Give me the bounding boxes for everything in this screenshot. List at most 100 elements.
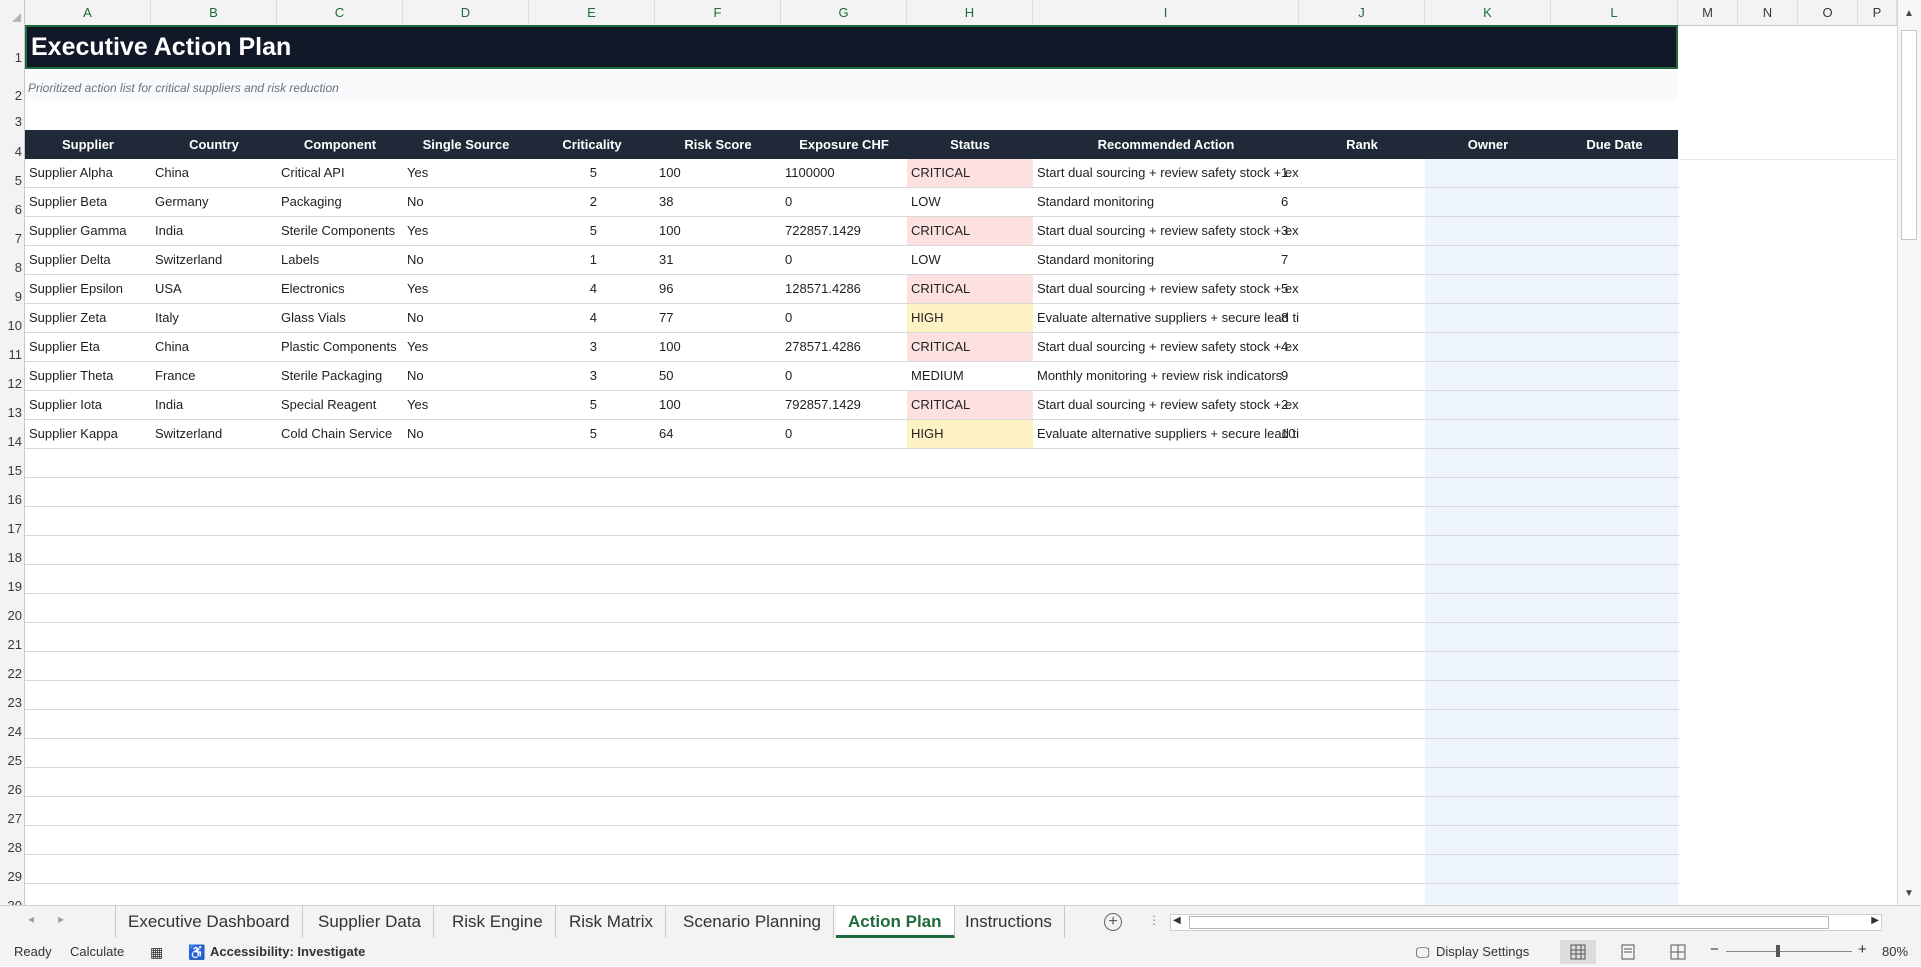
previous-sheet-icon[interactable]: ◂ xyxy=(28,912,34,926)
tab-risk-engine[interactable]: Risk Engine xyxy=(440,906,556,938)
zoom-slider[interactable] xyxy=(1726,945,1852,957)
cell-criticality[interactable]: 3 xyxy=(529,333,601,361)
cell-country[interactable]: China xyxy=(151,333,277,361)
cell-risk-score[interactable]: 96 xyxy=(655,275,781,303)
cell-criticality[interactable]: 4 xyxy=(529,304,601,332)
scroll-down-arrow-icon[interactable]: ▼ xyxy=(1898,886,1920,902)
row-header[interactable]: 27 xyxy=(0,802,24,831)
cell-risk-score[interactable]: 38 xyxy=(655,188,781,216)
zoom-in-icon[interactable]: + xyxy=(1858,941,1867,958)
cell-rank[interactable]: 5 xyxy=(1279,275,1309,303)
cell-recommended-action[interactable]: Start dual sourcing + review safety stoc… xyxy=(1033,333,1299,361)
row-header[interactable]: 24 xyxy=(0,715,24,744)
cell-recommended-action[interactable]: Start dual sourcing + review safety stoc… xyxy=(1033,217,1299,245)
column-header-h[interactable]: H xyxy=(907,0,1033,25)
cell-exposure[interactable]: 722857.1429 xyxy=(781,217,907,245)
cell-component[interactable]: Critical API xyxy=(277,159,403,187)
cell-recommended-action[interactable]: Start dual sourcing + review safety stoc… xyxy=(1033,159,1299,187)
cell-component[interactable]: Labels xyxy=(277,246,403,274)
tab-risk-matrix[interactable]: Risk Matrix xyxy=(557,906,667,938)
cell-status[interactable]: CRITICAL xyxy=(907,333,1033,361)
tab-instructions[interactable]: Instructions xyxy=(953,906,1065,938)
title-banner[interactable]: Executive Action Plan xyxy=(25,25,1678,69)
accessibility-status[interactable]: Accessibility: Investigate xyxy=(210,944,365,959)
page-break-view-button[interactable] xyxy=(1660,940,1696,964)
display-settings-button[interactable]: Display Settings xyxy=(1436,944,1529,959)
header-exposure-chf[interactable]: Exposure CHF xyxy=(781,130,907,159)
more-options-icon[interactable]: ⋮ xyxy=(1148,913,1160,927)
header-status[interactable]: Status xyxy=(907,130,1033,159)
column-header-p[interactable]: P xyxy=(1858,0,1897,25)
column-header-o[interactable]: O xyxy=(1798,0,1858,25)
cell-risk-score[interactable]: 100 xyxy=(655,391,781,419)
scroll-right-arrow-icon[interactable]: ▶ xyxy=(1871,915,1879,926)
cell-country[interactable]: India xyxy=(151,217,277,245)
header-component[interactable]: Component xyxy=(277,130,403,159)
add-sheet-icon[interactable]: + xyxy=(1104,913,1122,931)
cell-single-source[interactable]: No xyxy=(403,188,529,216)
header-criticality[interactable]: Criticality xyxy=(529,130,655,159)
row-header[interactable]: 23 xyxy=(0,686,24,715)
cell-status[interactable]: CRITICAL xyxy=(907,159,1033,187)
cell-status[interactable]: LOW xyxy=(907,246,1033,274)
select-all-button[interactable] xyxy=(0,0,25,25)
column-header-j[interactable]: J xyxy=(1299,0,1425,25)
cell-criticality[interactable]: 4 xyxy=(529,275,601,303)
cell-status[interactable]: CRITICAL xyxy=(907,391,1033,419)
column-header-d[interactable]: D xyxy=(403,0,529,25)
cell-criticality[interactable]: 5 xyxy=(529,420,601,448)
column-header-g[interactable]: G xyxy=(781,0,907,25)
cell-recommended-action[interactable]: Start dual sourcing + review safety stoc… xyxy=(1033,275,1299,303)
row-header[interactable]: 2 xyxy=(0,81,24,107)
cell-supplier[interactable]: Supplier Alpha xyxy=(25,159,151,187)
cell-exposure[interactable]: 0 xyxy=(781,304,907,332)
cell-criticality[interactable]: 2 xyxy=(529,188,601,216)
header-recommended-action[interactable]: Recommended Action xyxy=(1033,130,1299,159)
cell-recommended-action[interactable]: Evaluate alternative suppliers + secure … xyxy=(1033,420,1299,448)
cell-exposure[interactable]: 0 xyxy=(781,188,907,216)
cell-risk-score[interactable]: 100 xyxy=(655,217,781,245)
row-header[interactable]: 14 xyxy=(0,425,24,454)
row-header[interactable]: 21 xyxy=(0,628,24,657)
cell-recommended-action[interactable]: Standard monitoring xyxy=(1033,246,1299,274)
cell-component[interactable]: Special Reagent xyxy=(277,391,403,419)
cell-country[interactable]: Germany xyxy=(151,188,277,216)
cell-exposure[interactable]: 128571.4286 xyxy=(781,275,907,303)
row-header[interactable]: 4 xyxy=(0,135,24,164)
cell-status[interactable]: CRITICAL xyxy=(907,217,1033,245)
scroll-left-arrow-icon[interactable]: ◀ xyxy=(1173,915,1181,926)
cell-supplier[interactable]: Supplier Zeta xyxy=(25,304,151,332)
cell-status[interactable]: LOW xyxy=(907,188,1033,216)
tab-scenario-planning[interactable]: Scenario Planning xyxy=(671,906,834,938)
row-header[interactable]: 30 xyxy=(0,889,24,905)
cell-exposure[interactable]: 278571.4286 xyxy=(781,333,907,361)
cell-single-source[interactable]: Yes xyxy=(403,275,529,303)
cell-single-source[interactable]: Yes xyxy=(403,391,529,419)
cell-single-source[interactable]: Yes xyxy=(403,217,529,245)
zoom-slider-thumb[interactable] xyxy=(1776,945,1780,957)
cell-risk-score[interactable]: 77 xyxy=(655,304,781,332)
cell-component[interactable]: Sterile Packaging xyxy=(277,362,403,390)
row-header[interactable]: 13 xyxy=(0,396,24,425)
row-header[interactable]: 26 xyxy=(0,773,24,802)
zoom-out-icon[interactable]: − xyxy=(1710,941,1719,958)
cell-single-source[interactable]: No xyxy=(403,362,529,390)
cell-single-source[interactable]: Yes xyxy=(403,159,529,187)
cell-rank[interactable]: 1 xyxy=(1279,159,1309,187)
cell-risk-score[interactable]: 100 xyxy=(655,159,781,187)
row-header[interactable]: 18 xyxy=(0,541,24,570)
macro-sheet-icon[interactable]: ▦ xyxy=(150,944,163,961)
cell-risk-score[interactable]: 31 xyxy=(655,246,781,274)
tab-supplier-data[interactable]: Supplier Data xyxy=(306,906,435,938)
cell-country[interactable]: Switzerland xyxy=(151,246,277,274)
cell-country[interactable]: Italy xyxy=(151,304,277,332)
column-header-e[interactable]: E xyxy=(529,0,655,25)
header-owner[interactable]: Owner xyxy=(1425,130,1551,159)
next-sheet-icon[interactable]: ▸ xyxy=(58,912,64,926)
cell-supplier[interactable]: Supplier Eta xyxy=(25,333,151,361)
row-header[interactable]: 8 xyxy=(0,251,24,280)
cell-exposure[interactable]: 0 xyxy=(781,420,907,448)
header-country[interactable]: Country xyxy=(151,130,277,159)
column-header-b[interactable]: B xyxy=(151,0,277,25)
row-header[interactable]: 10 xyxy=(0,309,24,338)
